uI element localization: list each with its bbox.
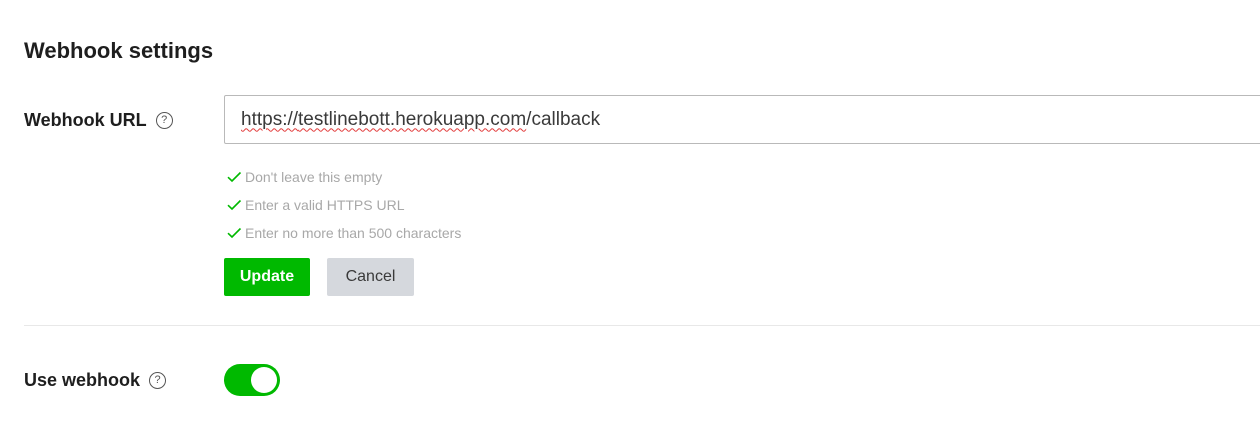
use-webhook-row-label: Use webhook ? [24,367,167,393]
validation-rule-text: Enter no more than 500 characters [245,225,462,241]
check-icon [227,199,242,211]
validation-rule: Enter no more than 500 characters [226,219,461,247]
validation-rule-text: Enter a valid HTTPS URL [245,197,405,213]
check-icon [227,171,242,183]
validation-rule-text: Don't leave this empty [245,169,383,185]
url-text-part: testlinebott.herokuapp.com [298,108,527,130]
validation-rule: Don't leave this empty [226,163,461,191]
url-text-part: /callback [526,108,601,130]
validation-rule: Enter a valid HTTPS URL [226,191,461,219]
webhook-settings-page: Webhook settings Webhook URL ? https://t… [0,0,1260,440]
use-webhook-label: Use webhook [24,369,141,390]
section-title: Webhook settings [24,38,214,63]
url-text-part: https:// [241,108,299,130]
toggle-knob [251,367,277,393]
webhook-url-row-label: Webhook URL ? [24,107,173,133]
webhook-url-input[interactable]: https://testlinebott.herokuapp.com/callb… [224,95,1260,144]
check-icon [227,227,242,239]
validation-rules: Don't leave this empty Enter a valid HTT… [226,163,461,247]
webhook-url-label: Webhook URL [24,109,147,130]
update-button[interactable]: Update [224,258,310,296]
use-webhook-toggle[interactable] [224,364,280,396]
help-icon[interactable]: ? [155,111,173,129]
cancel-button[interactable]: Cancel [327,258,414,296]
divider [24,325,1260,326]
help-icon[interactable]: ? [149,371,167,389]
